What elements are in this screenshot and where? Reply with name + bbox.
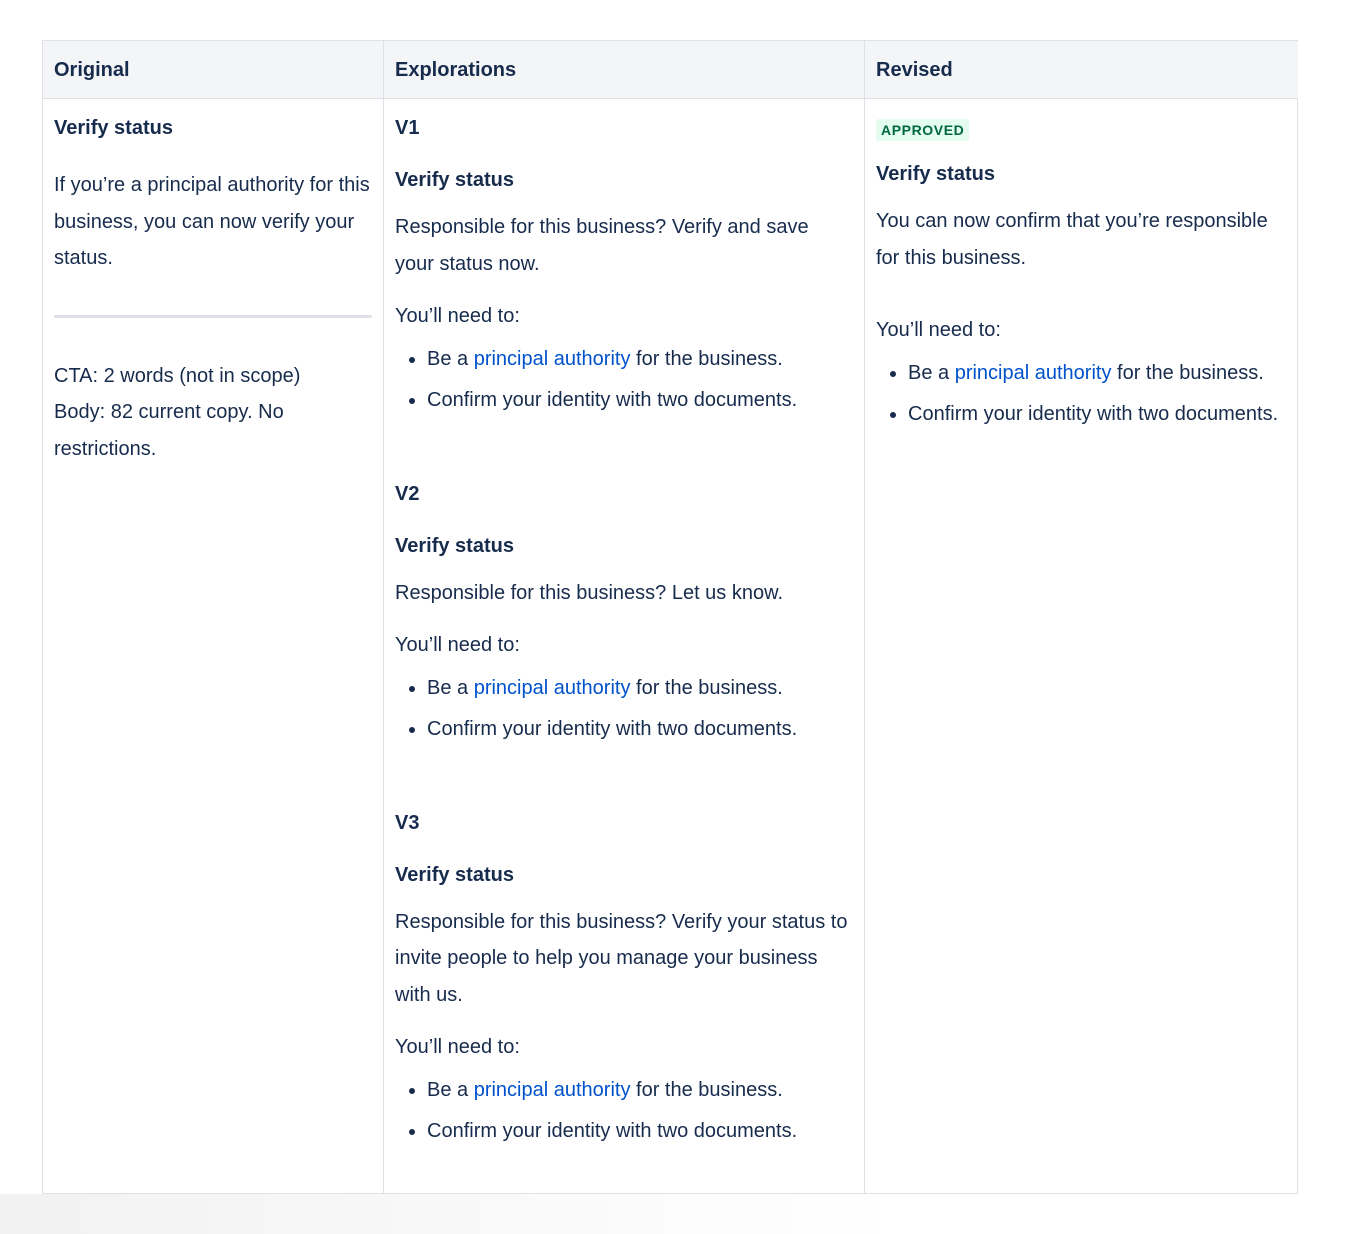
principal-authority-link[interactable]: principal authority [474,677,631,699]
bullet-text: for the business. [630,347,783,370]
divider [54,314,372,318]
original-body: If you’re a principal authority for this… [54,174,370,269]
original-title: Verify status [54,117,173,139]
v1-requirements-list: Be a principal authority for the busines… [395,341,853,419]
bullet-text: for the business. [630,676,783,699]
v1-need: You’ll need to: [395,305,520,327]
version-label-v2: V2 [395,482,420,505]
revised-requirements-list: Be a principal authority for the busines… [876,355,1287,433]
note-cta: CTA: 2 words (not in scope) [54,364,301,387]
bottom-shadow [0,1194,900,1234]
principal-authority-link[interactable]: principal authority [955,362,1112,384]
revised-title: Verify status [876,163,995,185]
cell-revised: APPROVED Verify status You can now confi… [864,99,1298,1193]
header-original: Original [43,41,383,99]
bullet-text: Be a [908,361,955,384]
version-label-v1: V1 [395,117,420,139]
v2-body: Responsible for this business? Let us kn… [395,581,783,604]
v3-requirements-list: Be a principal authority for the busines… [395,1072,853,1150]
list-item: Be a principal authority for the busines… [427,670,853,707]
v1-body: Responsible for this business? Verify an… [395,216,809,275]
list-item: Be a principal authority for the busines… [427,341,853,378]
cell-explorations: V1 Verify status Responsible for this bu… [383,99,864,1193]
bullet-text: Be a [427,1078,474,1101]
list-item: Confirm your identity with two documents… [427,382,853,419]
header-revised: Revised [864,41,1298,99]
list-item: Confirm your identity with two documents… [427,1113,853,1150]
list-item: Be a principal authority for the busines… [427,1072,853,1109]
v1-title: Verify status [395,169,514,191]
header-explorations: Explorations [383,41,864,99]
principal-authority-link[interactable]: principal authority [474,348,631,370]
list-item: Confirm your identity with two documents… [908,396,1287,433]
v3-body: Responsible for this business? Verify yo… [395,910,848,1006]
revised-body: You can now confirm that you’re responsi… [876,210,1268,269]
bullet-text: Be a [427,347,474,370]
revised-need: You’ll need to: [876,319,1001,341]
v3-need: You’ll need to: [395,1036,520,1058]
principal-authority-link[interactable]: principal authority [474,1079,631,1101]
comparison-table: Original Explorations Revised Verify sta… [42,40,1298,1194]
list-item: Be a principal authority for the busines… [908,355,1287,392]
version-label-v3: V3 [395,811,420,834]
cell-original: Verify status If you’re a principal auth… [43,99,383,1193]
v3-title: Verify status [395,863,514,886]
list-item: Confirm your identity with two documents… [427,711,853,748]
note-body: Body: 82 current copy. No restrictions. [54,401,284,460]
bullet-text: for the business. [630,1078,783,1101]
v2-need: You’ll need to: [395,634,520,656]
v2-requirements-list: Be a principal authority for the busines… [395,670,853,748]
v2-title: Verify status [395,534,514,557]
bullet-text: Be a [427,676,474,699]
bullet-text: for the business. [1111,361,1264,384]
approved-badge: APPROVED [876,119,970,141]
